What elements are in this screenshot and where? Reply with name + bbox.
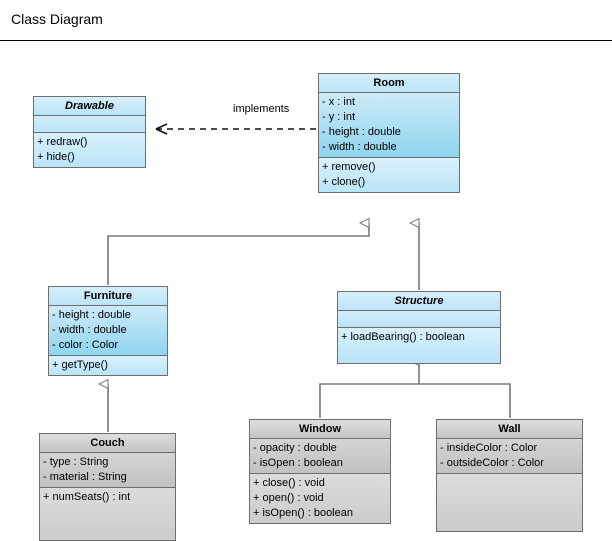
class-name-drawable: Drawable	[65, 100, 114, 112]
operations-compartment-couch: + numSeats() : int	[40, 488, 175, 540]
attributes-compartment-couch: - type : String - material : String	[40, 453, 175, 488]
operation-item: + redraw()	[37, 136, 88, 148]
operation-item: + isOpen() : boolean	[253, 507, 353, 519]
operation-item: + remove()	[322, 161, 376, 173]
attribute-item: - isOpen : boolean	[253, 457, 343, 469]
class-name-compartment: Structure	[338, 292, 500, 311]
attribute-item: - material : String	[43, 471, 127, 483]
operation-item: + loadBearing() : boolean	[341, 331, 465, 343]
attribute-item: - type : String	[43, 456, 109, 468]
operation-item: + close() : void	[253, 477, 325, 489]
operations-compartment-window: + close() : void + open() : void + isOpe…	[250, 474, 390, 523]
edge-label-implements: implements	[233, 103, 290, 115]
attribute-item: - height : double	[52, 309, 131, 321]
operations-compartment-room: + remove() + clone()	[319, 158, 459, 192]
attributes-compartment-furniture: - height : double - width : double - col…	[49, 306, 167, 356]
attributes-compartment-wall: - insideColor : Color - outsideColor : C…	[437, 439, 582, 474]
class-box-drawable[interactable]: Drawable + redraw() + hide()	[33, 96, 146, 168]
attribute-item: - outsideColor : Color	[440, 457, 544, 469]
operations-compartment-furniture: + getType()	[49, 356, 167, 375]
operation-item: + open() : void	[253, 492, 324, 504]
class-box-furniture[interactable]: Furniture - height : double - width : do…	[48, 286, 168, 376]
class-name-wall: Wall	[498, 423, 521, 435]
edge-window-wall-extends-structure	[319, 361, 511, 418]
attributes-compartment-drawable	[34, 116, 145, 133]
attribute-item: - opacity : double	[253, 442, 337, 454]
operations-compartment-structure: + loadBearing() : boolean	[338, 328, 500, 363]
operation-item: + getType()	[52, 359, 108, 371]
attribute-item: - color : Color	[52, 339, 119, 351]
operations-compartment-drawable: + redraw() + hide()	[34, 133, 145, 167]
class-box-room[interactable]: Room - x : int - y : int - height : doub…	[318, 73, 460, 193]
attributes-compartment-window: - opacity : double - isOpen : boolean	[250, 439, 390, 474]
edge-furniture-extends-room	[107, 223, 370, 285]
class-name-compartment: Couch	[40, 434, 175, 453]
class-name-furniture: Furniture	[83, 290, 133, 302]
attribute-item: - width : double	[52, 324, 127, 336]
attributes-compartment-room: - x : int - y : int - height : double - …	[319, 93, 459, 158]
attribute-item: - y : int	[322, 111, 356, 123]
class-box-wall[interactable]: Wall - insideColor : Color - outsideColo…	[436, 419, 583, 532]
class-name-compartment: Furniture	[49, 287, 167, 306]
title-bar: Class Diagram	[0, 0, 612, 41]
class-name-structure: Structure	[394, 295, 444, 307]
attribute-item: - insideColor : Color	[440, 442, 538, 454]
class-name-compartment: Room	[319, 74, 459, 93]
edge-room-implements-drawable	[155, 123, 316, 135]
page-title: Class Diagram	[11, 11, 103, 27]
class-box-couch[interactable]: Couch - type : String - material : Strin…	[39, 433, 176, 541]
class-name-compartment: Drawable	[34, 97, 145, 116]
class-name-couch: Couch	[90, 437, 125, 449]
class-name-room: Room	[373, 77, 405, 89]
attribute-item: - x : int	[322, 96, 356, 108]
diagram-canvas[interactable]: implements Drawable + redraw() + hide() …	[0, 41, 612, 541]
operation-item: + clone()	[322, 176, 366, 188]
operation-item: + hide()	[37, 151, 75, 163]
attributes-compartment-structure	[338, 311, 500, 328]
class-name-window: Window	[298, 423, 342, 435]
class-name-compartment: Wall	[437, 420, 582, 439]
attribute-item: - width : double	[322, 141, 397, 153]
class-box-window[interactable]: Window - opacity : double - isOpen : boo…	[249, 419, 391, 524]
class-box-structure[interactable]: Structure + loadBearing() : boolean	[337, 291, 501, 364]
attribute-item: - height : double	[322, 126, 401, 138]
class-name-compartment: Window	[250, 420, 390, 439]
